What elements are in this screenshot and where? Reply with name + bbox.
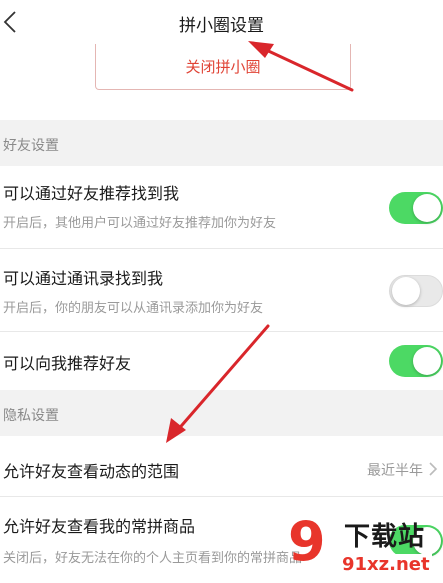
setting-row-contacts[interactable]: 可以通过通讯录找到我 开启后，你的朋友可以从通讯录添加你为好友 bbox=[0, 249, 443, 331]
setting-row-frequent-goods[interactable]: 允许好友查看我的常拼商品 关闭后，好友无法在你的个人主页看到你的常拼商品 bbox=[0, 497, 443, 583]
toggle-knob bbox=[413, 347, 441, 375]
friend-recommend-toggle[interactable] bbox=[389, 192, 443, 224]
toggle-knob bbox=[392, 277, 420, 305]
row-description: 开启后，你的朋友可以从通讯录添加你为好友 bbox=[3, 301, 264, 316]
row-description: 开启后，其他用户可以通过好友推荐加你为好友 bbox=[3, 216, 277, 231]
row-title: 可以通过通讯录找到我 bbox=[3, 269, 164, 288]
row-title: 可以向我推荐好友 bbox=[3, 354, 132, 373]
toggle-knob bbox=[413, 194, 441, 222]
title-bar: 拼小圈设置 bbox=[0, 0, 443, 44]
setting-row-recommend-friends[interactable]: 可以向我推荐好友 bbox=[0, 332, 443, 390]
page-title: 拼小圈设置 bbox=[179, 16, 264, 36]
recommend-friends-toggle[interactable] bbox=[389, 345, 443, 377]
contacts-toggle[interactable] bbox=[389, 275, 443, 307]
row-description: 关闭后，好友无法在你的个人主页看到你的常拼商品 bbox=[3, 551, 303, 566]
setting-row-moments-range[interactable]: 允许好友查看动态的范围 最近半年 bbox=[0, 436, 443, 496]
row-title: 允许好友查看动态的范围 bbox=[3, 462, 180, 481]
frequent-goods-toggle[interactable] bbox=[389, 525, 443, 557]
section-header-friends: 好友设置 bbox=[0, 120, 443, 166]
section-header-privacy: 隐私设置 bbox=[0, 390, 443, 436]
toggle-knob bbox=[413, 527, 441, 555]
row-title: 允许好友查看我的常拼商品 bbox=[3, 517, 196, 536]
row-title: 可以通过好友推荐找到我 bbox=[3, 184, 180, 203]
setting-row-friend-recommend[interactable]: 可以通过好友推荐找到我 开启后，其他用户可以通过好友推荐加你为好友 bbox=[0, 166, 443, 248]
chevron-right-icon bbox=[429, 462, 438, 476]
moments-range-value: 最近半年 bbox=[367, 463, 423, 479]
close-pinxiaoquan-button[interactable]: 关闭拼小圈 bbox=[95, 44, 351, 90]
